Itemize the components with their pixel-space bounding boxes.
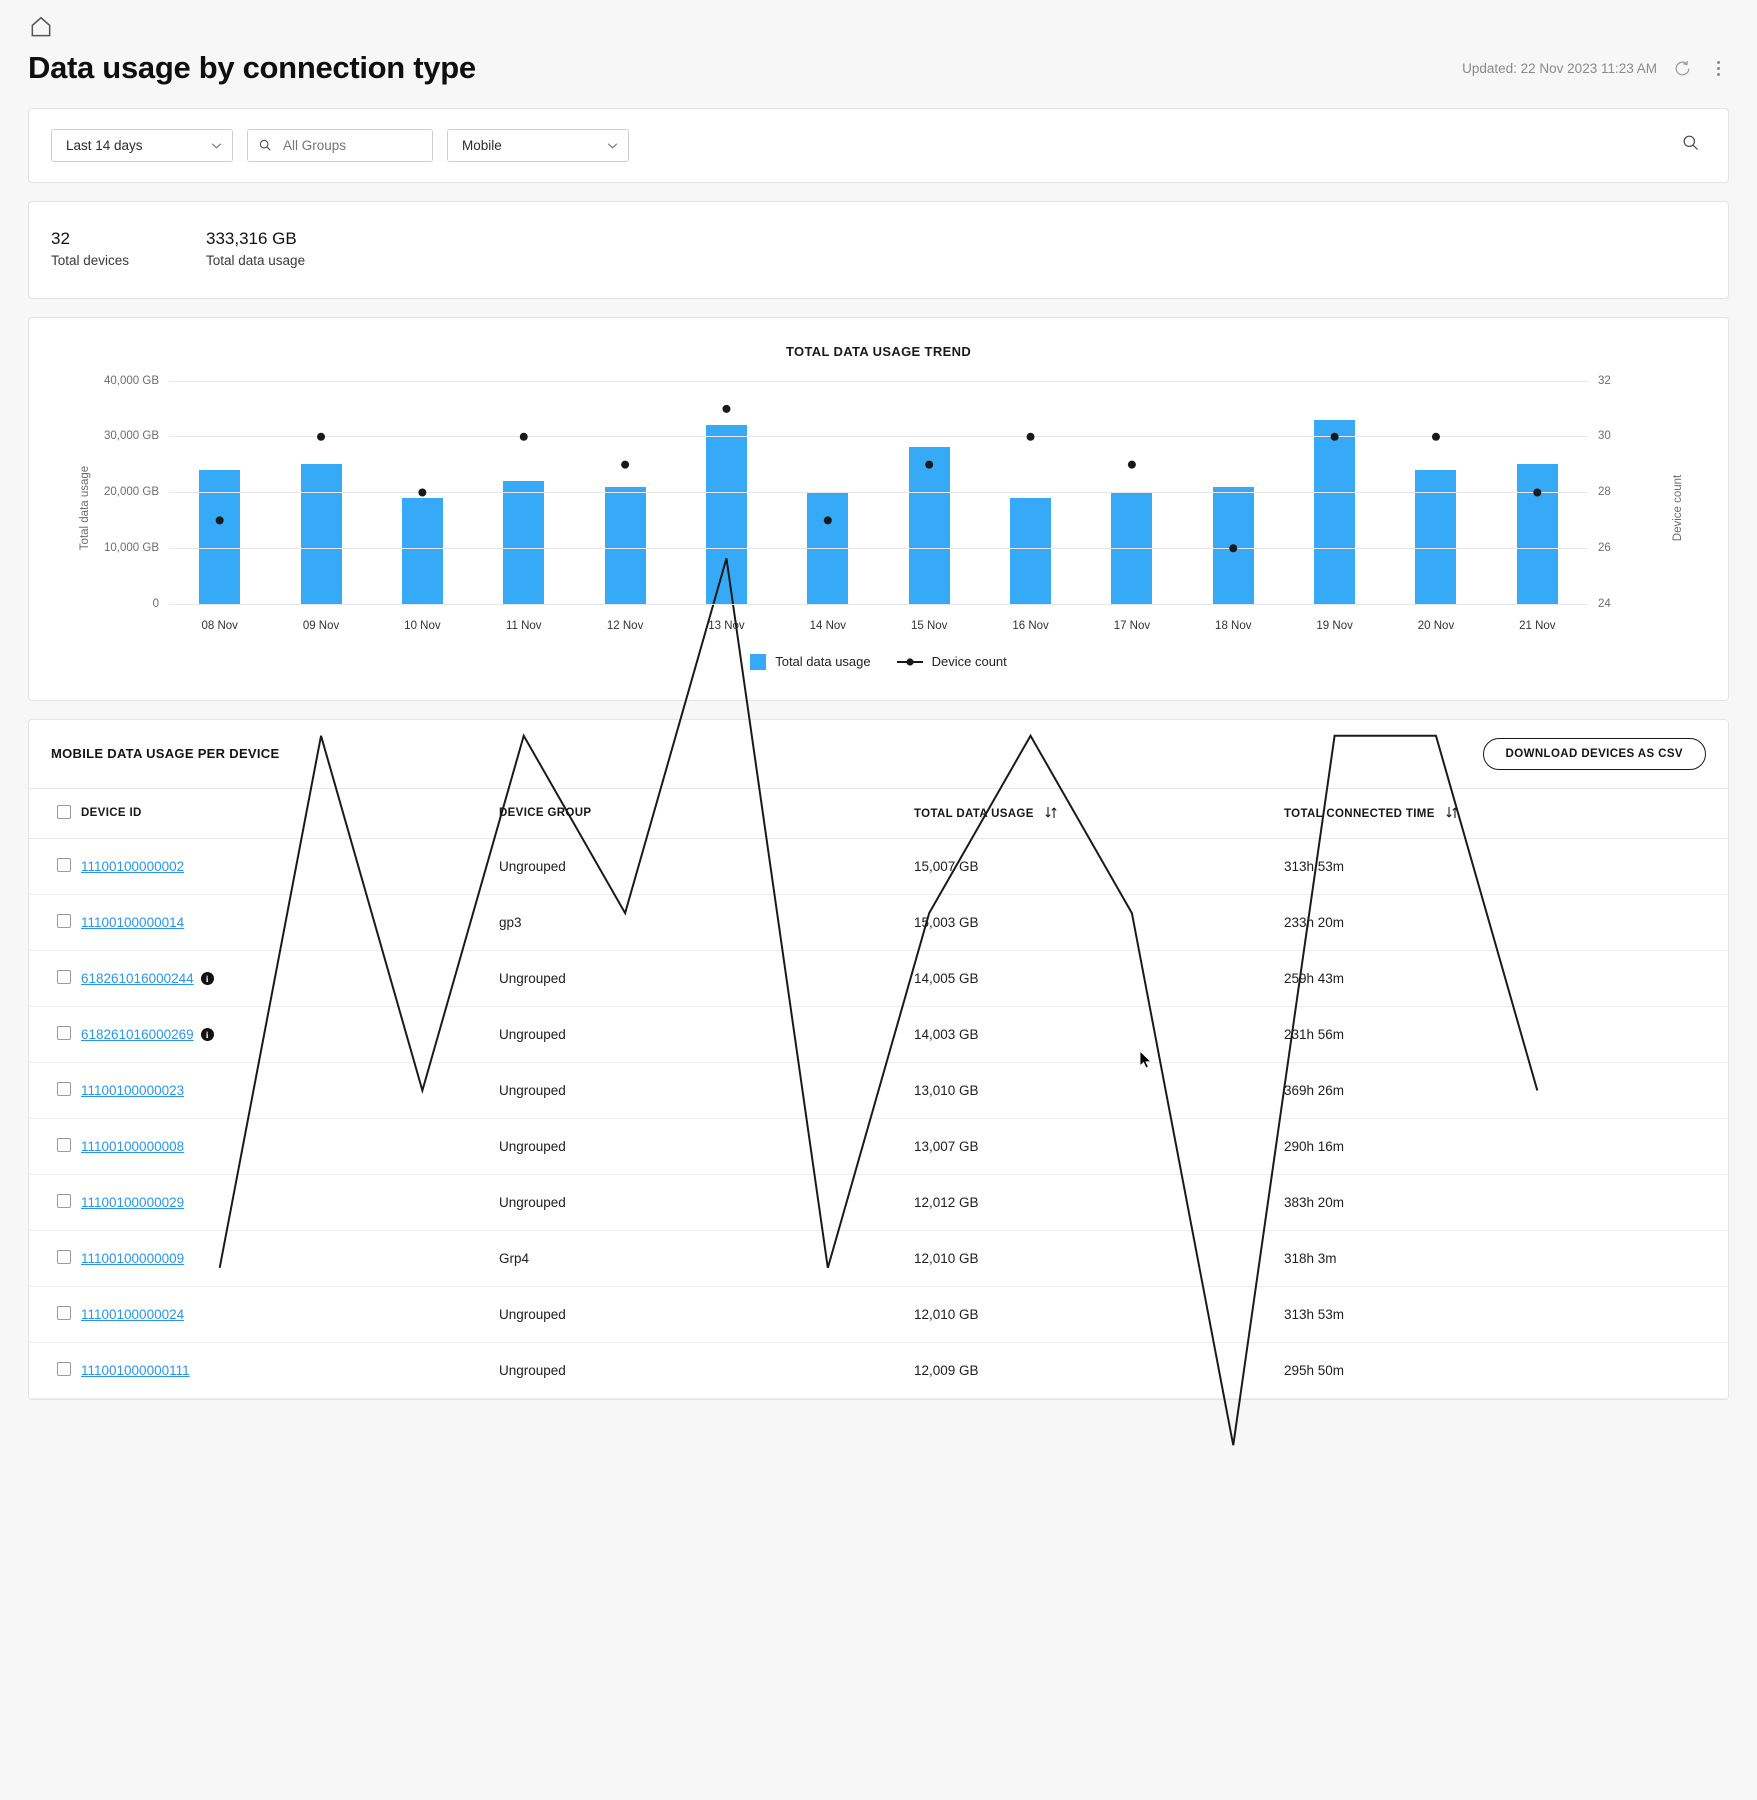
group-search-field[interactable] [281,136,411,154]
chart-data-point[interactable] [823,515,832,524]
row-select-cell [29,1286,81,1343]
chart-y2-tick: 26 [1598,541,1611,554]
chart-x-tick: 21 Nov [1519,619,1556,632]
row-select-cell [29,1062,81,1119]
row-checkbox[interactable] [57,1025,71,1040]
updated-timestamp: Updated: 22 Nov 2023 11:23 AM [1462,61,1657,77]
home-icon[interactable] [28,14,1729,40]
search-icon [259,139,271,151]
chart-y-tick: 10,000 GB [104,541,159,554]
row-select-cell [29,1230,81,1287]
chart-data-point[interactable] [722,404,731,413]
chart-x-tick: 16 Nov [1012,619,1049,632]
row-select-cell [29,950,81,1007]
total-devices-label: Total devices [51,252,130,268]
connection-type-select[interactable]: Mobile [447,128,629,162]
chart-line-series [169,381,1588,1800]
chart-x-tick: 17 Nov [1113,619,1151,632]
chart-line-points [215,404,1542,552]
chart-y-axis-label: Total data usage [79,465,91,551]
chart-title: TOTAL DATA USAGE TREND [785,343,972,359]
chart-y2-tick: 24 [1598,597,1611,610]
table-search-icon[interactable] [1681,133,1700,157]
page-header: Data usage by connection type Updated: 2… [0,0,1757,108]
chart-data-point[interactable] [1229,543,1238,552]
select-all-header [29,787,81,839]
chevron-down-icon [607,142,618,149]
row-checkbox[interactable] [57,1081,71,1096]
row-checkbox[interactable] [57,1249,71,1264]
row-select-cell [29,1006,81,1063]
chart-x-tick: 12 Nov [606,619,644,632]
row-checkbox[interactable] [57,913,71,928]
group-search-input[interactable] [247,128,433,162]
chart-data-point[interactable] [1026,432,1035,441]
header-actions: Updated: 22 Nov 2023 11:23 AM [1462,58,1729,86]
chart-data-point[interactable] [519,432,528,441]
chart-data-point[interactable] [621,460,630,469]
chart-x-tick: 08 Nov [201,619,238,632]
row-checkbox[interactable] [57,1193,71,1208]
row-checkbox[interactable] [57,1137,71,1152]
chart-x-tick: 09 Nov [302,619,340,632]
row-select-cell [29,838,81,895]
chart-y2-tick: 30 [1598,430,1611,443]
row-select-cell [29,894,81,951]
chart-y-tick: 20,000 GB [104,486,159,499]
chart-data-point[interactable] [317,432,326,441]
stat-total-devices: 32 Total devices [51,228,206,268]
row-select-cell [29,1342,81,1399]
summary-card: 32 Total devices 333,316 GB Total data u… [28,200,1729,299]
total-devices-value: 32 [51,228,70,248]
chart-line-path [220,558,1538,1445]
date-range-value: Last 14 days [66,137,143,153]
chart-x-tick: 13 Nov [708,619,745,632]
total-data-usage-value: 333,316 GB [206,228,297,248]
chart-y-tick: 40,000 GB [104,374,159,387]
refresh-icon[interactable] [1671,58,1693,80]
chart-gridline [169,603,1588,605]
row-checkbox[interactable] [57,1361,71,1376]
chart-y2-tick: 28 [1598,486,1611,499]
page-title: Data usage by connection type [28,50,476,85]
chart-area: Total data usage Device count 0 24 10,000 … [61,375,1696,636]
row-checkbox[interactable] [57,969,71,984]
chart-y2-tick: 32 [1598,374,1611,387]
stat-total-data-usage: 333,316 GB Total data usage [206,228,361,268]
chart-x-tick: 11 Nov [505,619,542,632]
chart-plot: 0 24 10,000 GB 26 20,000 GB 28 30,000 GB 30 40,0… [104,375,1611,605]
chart-x-tick: 20 Nov [1417,619,1455,632]
chart-card: TOTAL DATA USAGE TREND Total data usage … [28,316,1729,701]
date-range-select[interactable]: Last 14 days [51,128,233,162]
chart-data-point[interactable] [418,488,427,497]
chart-x-tick: 10 Nov [404,619,441,632]
total-data-usage-label: Total data usage [206,252,306,268]
row-select-cell [29,1174,81,1231]
chart-data-point[interactable] [1533,488,1542,497]
chart-y2-axis-label: Device count [1672,474,1684,542]
chart-x-tick: 14 Nov [809,619,847,632]
filter-bar-card: Last 14 days Mobile [28,107,1729,183]
row-checkbox[interactable] [57,1305,71,1320]
select-all-checkbox[interactable] [57,804,71,819]
chart-y-tick: 30,000 GB [104,430,159,443]
connection-type-value: Mobile [462,137,502,153]
chart-x-axis-labels: 08 Nov 09 Nov 10 Nov 11 Nov 12 Nov 13 Nov 14 N… [169,620,1588,632]
chart-x-tick: 18 Nov [1215,619,1252,632]
chart-data-point[interactable] [1127,460,1136,469]
chart-data-point[interactable] [925,460,934,469]
chart-x-tick: 15 Nov [910,619,948,632]
chevron-down-icon [211,142,222,149]
row-select-cell [29,1118,81,1175]
chart-x-tick: 19 Nov [1316,619,1353,632]
chart-data-point[interactable] [1431,432,1440,441]
chart-gridline [169,547,1588,549]
chart-y-tick: 0 [152,597,159,610]
row-checkbox[interactable] [57,857,71,872]
chart-data-point[interactable] [215,515,224,524]
chart-data-point[interactable] [1330,432,1339,441]
kebab-menu-icon[interactable] [1707,58,1729,80]
